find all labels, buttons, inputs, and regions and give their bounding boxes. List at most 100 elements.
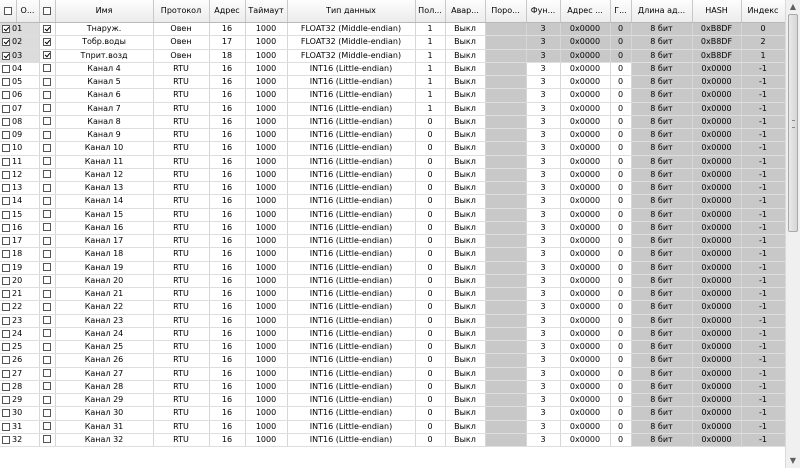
row-function[interactable]: 3 bbox=[526, 115, 561, 130]
row-name[interactable]: Канал 20 bbox=[55, 274, 154, 289]
row-timeout[interactable]: 1000 bbox=[245, 155, 288, 169]
row-pol[interactable]: 1 bbox=[415, 102, 446, 116]
row-protocol[interactable]: RTU bbox=[153, 274, 210, 289]
row-g[interactable]: 0 bbox=[610, 433, 632, 448]
row-g[interactable]: 0 bbox=[610, 75, 632, 90]
row-pol[interactable]: 0 bbox=[415, 181, 446, 196]
row-timeout[interactable]: 1000 bbox=[245, 314, 288, 328]
row-name[interactable]: Канал 10 bbox=[55, 141, 154, 156]
row-protocol[interactable]: RTU bbox=[153, 128, 210, 143]
row-function[interactable]: 3 bbox=[526, 261, 561, 275]
row-index[interactable]: -1 bbox=[741, 168, 785, 183]
row-timeout[interactable]: 1000 bbox=[245, 420, 288, 434]
row-protocol[interactable]: RTU bbox=[153, 420, 210, 434]
row-number-cell[interactable]: 27 bbox=[0, 367, 40, 381]
row-datatype[interactable]: INT16 (Little-endian) bbox=[287, 420, 416, 434]
row-name[interactable]: Канал 17 bbox=[55, 234, 154, 249]
row-threshold[interactable] bbox=[485, 261, 527, 275]
row-hash[interactable]: 0xB8DF bbox=[692, 49, 742, 63]
table-row[interactable]: 30 Канал 30 RTU 16 1000 INT16 (Little-endian)… bbox=[0, 406, 785, 421]
row-address[interactable]: 16 bbox=[209, 380, 246, 395]
row-function[interactable]: 3 bbox=[526, 406, 561, 421]
row-alarm[interactable]: Выкл bbox=[445, 274, 486, 289]
row-register-address[interactable]: 0x0000 bbox=[560, 128, 611, 143]
row-threshold[interactable] bbox=[485, 102, 527, 116]
row-alarm[interactable]: Выкл bbox=[445, 433, 486, 448]
row-threshold[interactable] bbox=[485, 406, 527, 421]
row-datatype[interactable]: INT16 (Little-endian) bbox=[287, 353, 416, 368]
table-row[interactable]: 23 Канал 23 RTU 16 1000 INT16 (Little-endian)… bbox=[0, 314, 785, 328]
row-alarm[interactable]: Выкл bbox=[445, 367, 486, 381]
row-datatype[interactable]: INT16 (Little-endian) bbox=[287, 128, 416, 143]
row-timeout[interactable]: 1000 bbox=[245, 234, 288, 249]
row-number-cell[interactable]: 19 bbox=[0, 261, 40, 275]
row-name[interactable]: Канал 27 bbox=[55, 367, 154, 381]
row-enabled-checkbox[interactable] bbox=[43, 117, 51, 126]
row-enabled-checkbox[interactable] bbox=[43, 37, 51, 46]
row-hash[interactable]: 0x0000 bbox=[692, 102, 742, 116]
row-name[interactable]: Канал 29 bbox=[55, 393, 154, 408]
row-function[interactable]: 3 bbox=[526, 22, 561, 37]
row-alarm[interactable]: Выкл bbox=[445, 115, 486, 130]
row-g[interactable]: 0 bbox=[610, 128, 632, 143]
row-protocol[interactable]: RTU bbox=[153, 367, 210, 381]
row-alarm[interactable]: Выкл bbox=[445, 327, 486, 342]
row-address[interactable]: 16 bbox=[209, 22, 246, 37]
row-function[interactable]: 3 bbox=[526, 155, 561, 169]
row-hash[interactable]: 0x0000 bbox=[692, 194, 742, 209]
row-register-address[interactable]: 0x0000 bbox=[560, 300, 611, 315]
row-alarm[interactable]: Выкл bbox=[445, 155, 486, 169]
row-register-address[interactable]: 0x0000 bbox=[560, 420, 611, 434]
row-hash[interactable]: 0x0000 bbox=[692, 353, 742, 368]
row-number-cell[interactable]: 29 bbox=[0, 393, 40, 408]
row-select-checkbox[interactable] bbox=[2, 210, 10, 219]
table-row[interactable]: 25 Канал 25 RTU 16 1000 INT16 (Little-endian)… bbox=[0, 340, 785, 355]
table-row[interactable]: 03 Тприт.возд Овен 18 1000 FLOAT32 (Middle-en… bbox=[0, 49, 785, 63]
row-addr-length[interactable]: 8 бит bbox=[631, 155, 693, 169]
row-register-address[interactable]: 0x0000 bbox=[560, 35, 611, 50]
row-function[interactable]: 3 bbox=[526, 367, 561, 381]
row-enabled-checkbox[interactable] bbox=[43, 143, 51, 152]
row-protocol[interactable]: RTU bbox=[153, 406, 210, 421]
row-index[interactable]: -1 bbox=[741, 155, 785, 169]
row-register-address[interactable]: 0x0000 bbox=[560, 287, 611, 302]
row-name[interactable]: Канал 28 bbox=[55, 380, 154, 395]
table-row[interactable]: 07 Канал 7 RTU 16 1000 INT16 (Little-endian) 1… bbox=[0, 102, 785, 116]
row-addr-length[interactable]: 8 бит bbox=[631, 261, 693, 275]
row-datatype[interactable]: INT16 (Little-endian) bbox=[287, 62, 416, 77]
row-enabled-checkbox[interactable] bbox=[43, 422, 51, 431]
row-pol[interactable]: 0 bbox=[415, 128, 446, 143]
row-enabled-checkbox[interactable] bbox=[43, 355, 51, 364]
row-datatype[interactable]: INT16 (Little-endian) bbox=[287, 314, 416, 328]
row-g[interactable]: 0 bbox=[610, 380, 632, 395]
row-timeout[interactable]: 1000 bbox=[245, 261, 288, 275]
row-timeout[interactable]: 1000 bbox=[245, 274, 288, 289]
row-select-checkbox[interactable] bbox=[2, 104, 10, 113]
row-datatype[interactable]: FLOAT32 (Middle-endian) bbox=[287, 22, 416, 37]
row-function[interactable]: 3 bbox=[526, 141, 561, 156]
header-select-all[interactable] bbox=[0, 0, 17, 23]
row-threshold[interactable] bbox=[485, 420, 527, 434]
row-enabled-cell[interactable] bbox=[39, 208, 56, 222]
row-register-address[interactable]: 0x0000 bbox=[560, 274, 611, 289]
row-g[interactable]: 0 bbox=[610, 194, 632, 209]
row-name[interactable]: Канал 24 bbox=[55, 327, 154, 342]
row-address[interactable]: 16 bbox=[209, 340, 246, 355]
row-number-cell[interactable]: 01 bbox=[0, 22, 40, 37]
row-enabled-cell[interactable] bbox=[39, 300, 56, 315]
table-row[interactable]: 04 Канал 4 RTU 16 1000 INT16 (Little-endian) 1… bbox=[0, 62, 785, 77]
row-addr-length[interactable]: 8 бит bbox=[631, 194, 693, 209]
row-address[interactable]: 16 bbox=[209, 141, 246, 156]
row-timeout[interactable]: 1000 bbox=[245, 208, 288, 222]
row-datatype[interactable]: INT16 (Little-endian) bbox=[287, 88, 416, 103]
row-pol[interactable]: 1 bbox=[415, 88, 446, 103]
row-enabled-cell[interactable] bbox=[39, 287, 56, 302]
row-timeout[interactable]: 1000 bbox=[245, 22, 288, 37]
row-protocol[interactable]: Овен bbox=[153, 22, 210, 37]
row-alarm[interactable]: Выкл bbox=[445, 300, 486, 315]
row-name[interactable]: Канал 5 bbox=[55, 75, 154, 90]
row-name[interactable]: Канал 19 bbox=[55, 261, 154, 275]
row-threshold[interactable] bbox=[485, 393, 527, 408]
row-pol[interactable]: 0 bbox=[415, 168, 446, 183]
row-function[interactable]: 3 bbox=[526, 247, 561, 262]
